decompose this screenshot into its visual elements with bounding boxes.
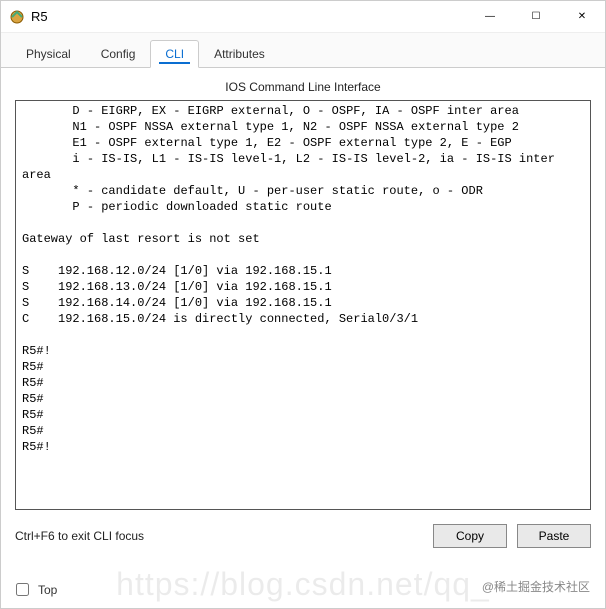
- minimize-button[interactable]: —: [467, 1, 513, 33]
- copy-button[interactable]: Copy: [433, 524, 507, 548]
- tab-physical[interactable]: Physical: [11, 40, 86, 68]
- cli-panel: IOS Command Line Interface D - EIGRP, EX…: [1, 68, 605, 514]
- tab-cli[interactable]: CLI: [150, 40, 199, 68]
- tab-config[interactable]: Config: [86, 40, 151, 68]
- titlebar: R5 — ☐ ✕: [1, 1, 605, 33]
- tab-attributes[interactable]: Attributes: [199, 40, 280, 68]
- top-checkbox[interactable]: [16, 583, 29, 596]
- footer: Ctrl+F6 to exit CLI focus Copy Paste: [1, 514, 605, 548]
- close-button[interactable]: ✕: [559, 1, 605, 33]
- cli-terminal[interactable]: D - EIGRP, EX - EIGRP external, O - OSPF…: [15, 100, 591, 510]
- credit-text: @稀土掘金技术社区: [482, 578, 590, 595]
- panel-subtitle: IOS Command Line Interface: [15, 80, 591, 94]
- app-icon: [9, 9, 25, 25]
- maximize-button[interactable]: ☐: [513, 1, 559, 33]
- focus-hint: Ctrl+F6 to exit CLI focus: [15, 529, 423, 543]
- tab-bar: Physical Config CLI Attributes: [1, 33, 605, 68]
- bottom-bar: Top: [12, 580, 57, 599]
- top-checkbox-label: Top: [38, 583, 57, 597]
- paste-button[interactable]: Paste: [517, 524, 591, 548]
- window-title: R5: [31, 9, 48, 24]
